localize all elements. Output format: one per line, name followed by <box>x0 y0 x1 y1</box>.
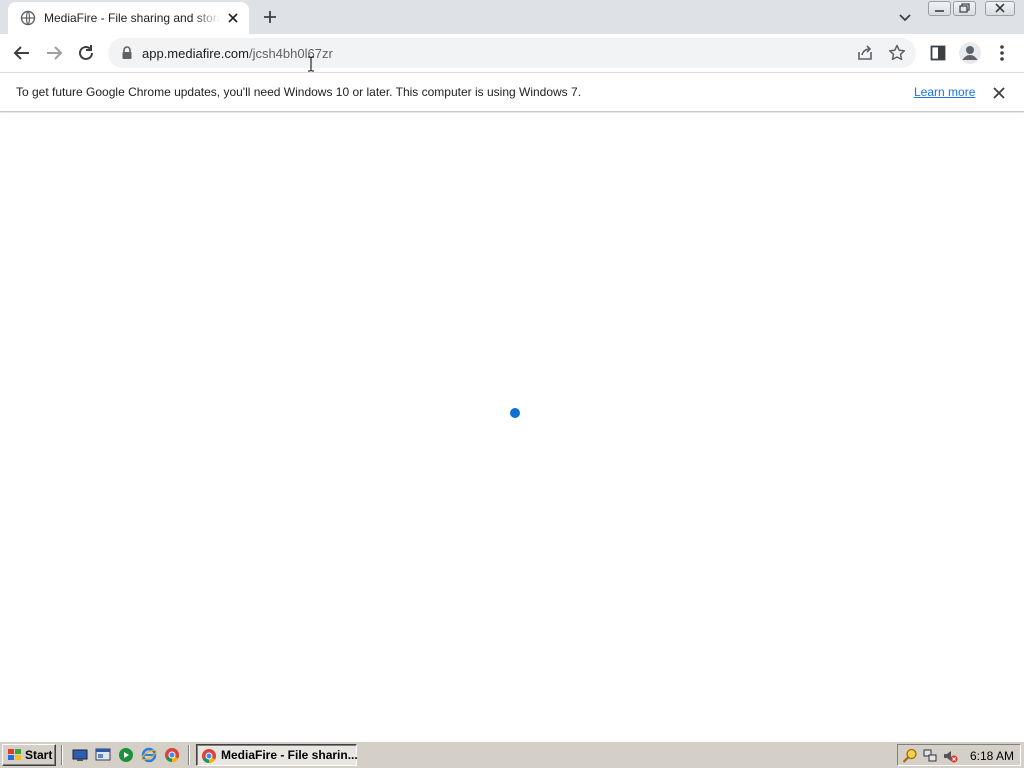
back-arrow-icon[interactable] <box>8 39 36 67</box>
url-text[interactable]: app.mediafire.com/jcsh4bh0l67zr <box>142 46 333 61</box>
url-host: app.mediafire.com <box>142 46 249 61</box>
tab-strip: MediaFire - File sharing and storage <box>0 0 1024 34</box>
share-icon[interactable] <box>854 42 876 64</box>
new-tab-button[interactable] <box>258 5 282 29</box>
text-cursor-icon <box>308 56 314 72</box>
explorer-icon[interactable] <box>95 747 111 763</box>
loading-spinner <box>510 408 520 418</box>
taskbar-button-label: MediaFire - File sharin... <box>221 748 358 762</box>
page-content <box>0 113 1024 740</box>
system-tray: 6:18 AM <box>897 744 1021 766</box>
browser-tab[interactable]: MediaFire - File sharing and storage <box>8 2 249 34</box>
close-icon <box>995 3 1005 13</box>
taskbar-button-chrome[interactable]: MediaFire - File sharin... <box>196 744 358 766</box>
window-minimize-button[interactable] <box>928 1 951 16</box>
internet-explorer-icon[interactable] <box>141 747 157 763</box>
start-button[interactable]: Start <box>2 744 56 766</box>
windows-logo-icon <box>8 749 21 760</box>
globe-icon <box>20 10 36 26</box>
side-panel-icon[interactable] <box>924 39 952 67</box>
reload-icon[interactable] <box>72 39 100 67</box>
restore-icon <box>959 3 970 13</box>
more-vertical-icon[interactable] <box>988 39 1016 67</box>
learn-more-link[interactable]: Learn more <box>914 85 975 99</box>
volume-muted-icon[interactable] <box>942 748 958 764</box>
taskbar-separator <box>61 745 63 765</box>
clock: 6:18 AM <box>970 749 1015 763</box>
browser-toolbar: app.mediafire.com/jcsh4bh0l67zr <box>0 34 1024 72</box>
window-close-button[interactable] <box>985 1 1015 16</box>
media-player-icon[interactable] <box>118 747 134 763</box>
infobar-message: To get future Google Chrome updates, you… <box>16 85 582 99</box>
taskbar-separator <box>188 745 190 765</box>
search-icon[interactable] <box>902 748 918 764</box>
update-infobar: To get future Google Chrome updates, you… <box>0 72 1024 112</box>
chrome-icon[interactable] <box>164 747 180 763</box>
screen: MediaFire - File sharing and storage app… <box>0 0 1024 768</box>
url-path: /jcsh4bh0l67zr <box>248 46 333 61</box>
lock-icon[interactable] <box>120 45 134 61</box>
forward-arrow-icon[interactable] <box>40 39 68 67</box>
window-restore-button[interactable] <box>953 1 976 16</box>
taskbar: Start MediaFire - File sharin... 6:18 AM <box>0 740 1024 768</box>
star-icon[interactable] <box>886 42 908 64</box>
close-icon[interactable] <box>990 84 1008 102</box>
profile-avatar-icon[interactable] <box>956 39 984 67</box>
tab-title: MediaFire - File sharing and storage <box>44 11 220 25</box>
chevron-down-icon[interactable] <box>894 6 916 28</box>
show-desktop-icon[interactable] <box>72 747 88 763</box>
chrome-icon <box>202 749 216 764</box>
network-icon[interactable] <box>922 748 938 764</box>
address-bar[interactable]: app.mediafire.com/jcsh4bh0l67zr <box>108 38 916 68</box>
minimize-icon <box>935 10 944 12</box>
tab-close-icon[interactable] <box>224 9 242 27</box>
start-label: Start <box>25 748 53 762</box>
